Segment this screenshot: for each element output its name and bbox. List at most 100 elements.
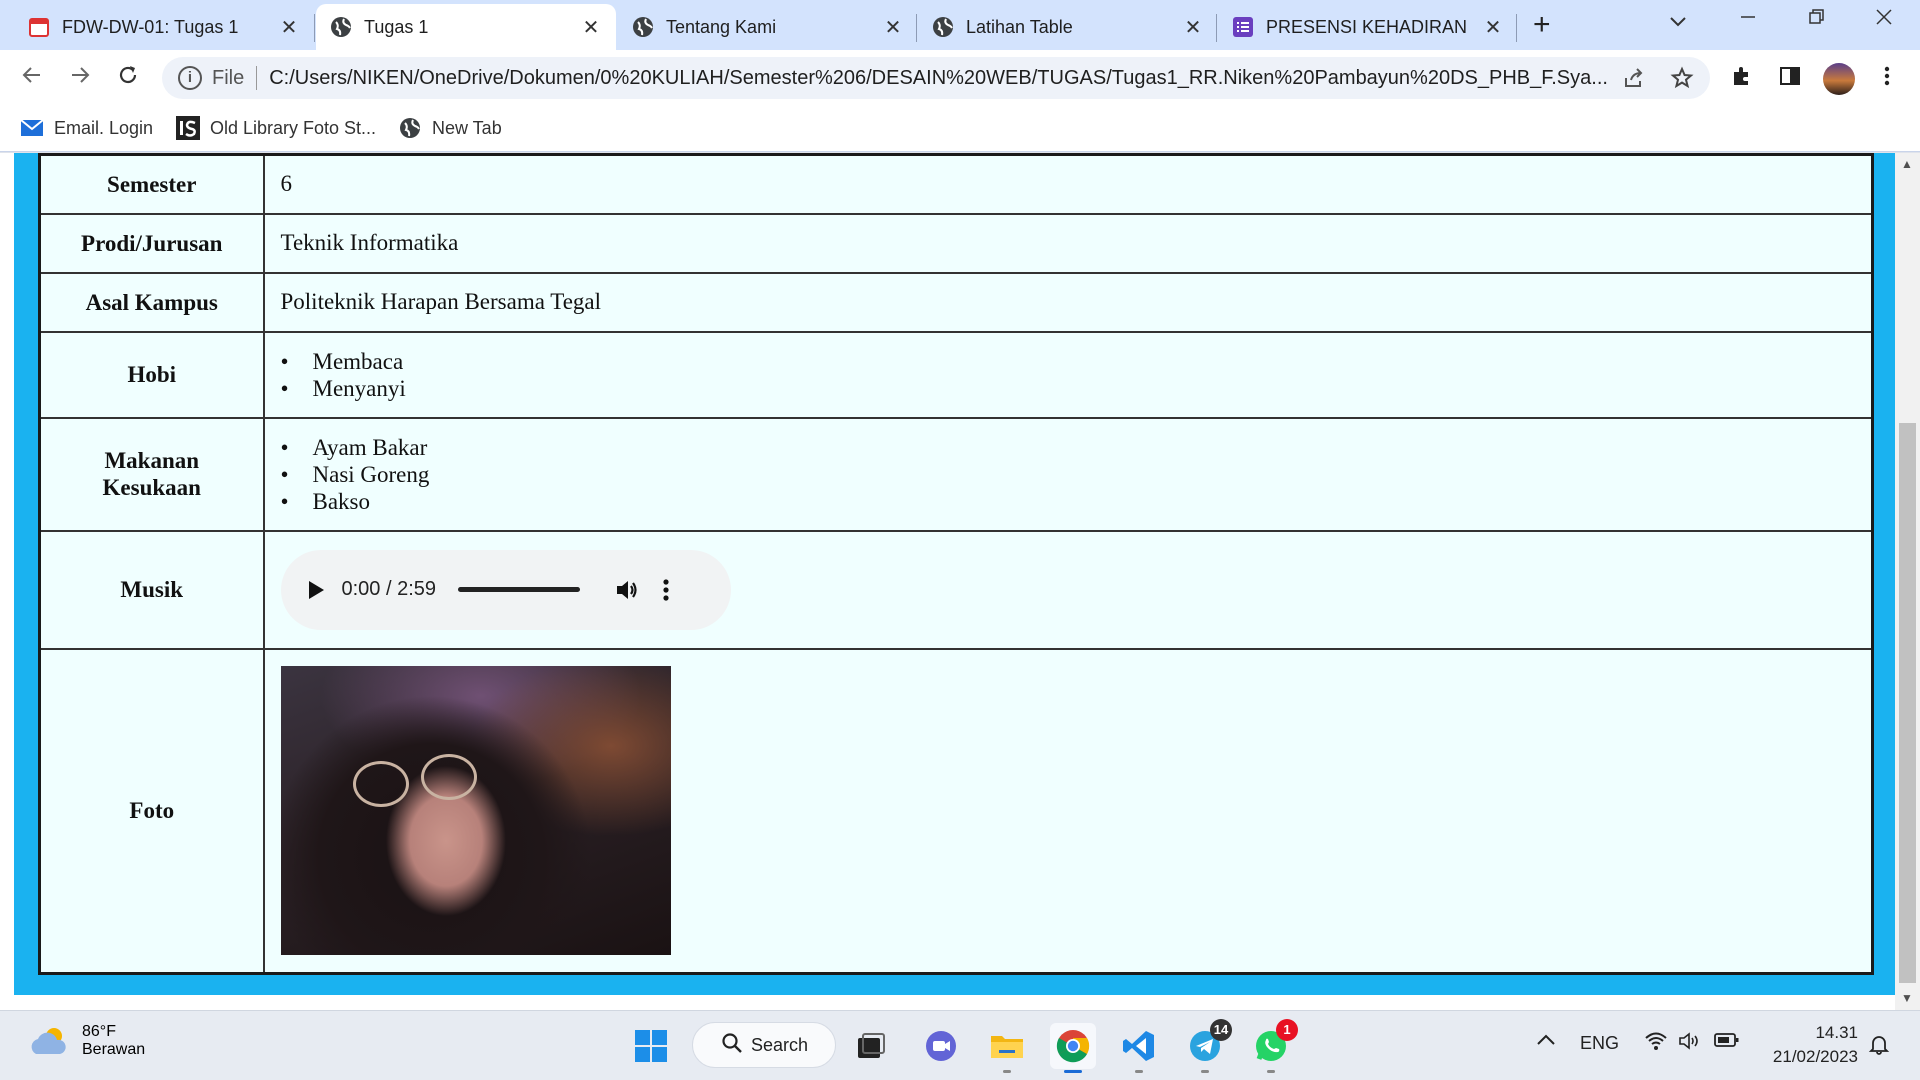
close-icon[interactable]: ✕: [882, 15, 904, 40]
whatsapp-icon[interactable]: 1: [1248, 1019, 1298, 1073]
notification-badge: 1: [1276, 1019, 1298, 1041]
battery-icon[interactable]: [1714, 1031, 1740, 1054]
chevron-up-icon[interactable]: [1536, 1031, 1556, 1052]
ls-logo-icon: [176, 116, 200, 140]
scroll-up-icon[interactable]: ▲: [1901, 157, 1913, 171]
food-list: Ayam Bakar Nasi Goreng Bakso: [281, 434, 1872, 515]
table-row: Asal Kampus Politeknik Harapan Bersama T…: [38, 271, 1874, 333]
close-icon[interactable]: ✕: [278, 15, 300, 40]
folder-icon[interactable]: [984, 1023, 1030, 1073]
search-label: Search: [751, 1034, 809, 1055]
volume-icon[interactable]: [614, 577, 640, 603]
list-item: Ayam Bakar: [281, 434, 1872, 461]
window-close-icon[interactable]: [1864, 6, 1904, 32]
weather-condition: Berawan: [82, 1041, 146, 1058]
browser-toolbar: i File C:/Users/NIKEN/OneDrive/Dokumen/0…: [0, 50, 1920, 106]
minimize-icon[interactable]: [1728, 6, 1768, 32]
table-row: Hobi Membaca Menyanyi: [38, 330, 1874, 419]
more-menu-icon[interactable]: [1872, 64, 1902, 95]
tab-label: PRESENSI KEHADIRAN: [1266, 16, 1468, 37]
list-item: Nasi Goreng: [281, 461, 1872, 488]
running-indicator: [1064, 1070, 1082, 1073]
wifi-icon[interactable]: [1644, 1031, 1668, 1056]
taskbar-search[interactable]: Search: [692, 1022, 836, 1068]
bookmark-email-login[interactable]: Email. Login: [20, 116, 153, 140]
windows-icon[interactable]: [628, 1023, 674, 1069]
close-icon[interactable]: ✕: [580, 15, 602, 40]
weather-widget[interactable]: 86°F Berawan: [28, 1023, 145, 1059]
tab-divider: [1516, 14, 1517, 42]
notification-badge: 14: [1210, 1019, 1232, 1041]
tab-label: FDW-DW-01: Tugas 1: [62, 16, 239, 37]
tab-label: Tugas 1: [364, 16, 429, 37]
task-view-icon[interactable]: [848, 1023, 894, 1069]
scheme-label: File: [212, 66, 245, 89]
tab-label: Tentang Kami: [666, 16, 777, 37]
restore-icon[interactable]: [1796, 6, 1836, 32]
row-value: Politeknik Harapan Bersama Tegal: [262, 271, 1874, 333]
address-divider: [256, 66, 258, 90]
speaker-icon[interactable]: [1678, 1031, 1702, 1056]
info-icon[interactable]: i: [178, 66, 202, 90]
running-indicator: [1003, 1070, 1011, 1073]
table-row: Makanan Kesukaan Ayam Bakar Nasi Goreng …: [38, 416, 1874, 532]
language-indicator[interactable]: ENG: [1580, 1033, 1619, 1054]
tab-fdw-tugas[interactable]: FDW-DW-01: Tugas 1 ✕: [14, 4, 314, 50]
row-header: Foto: [38, 647, 265, 975]
clock-time: 14.31: [1815, 1023, 1858, 1042]
row-value: Membaca Menyanyi: [262, 330, 1874, 419]
vscode-icon[interactable]: [1116, 1023, 1162, 1073]
camera-chat-icon[interactable]: [918, 1023, 964, 1069]
row-value: [262, 647, 1874, 975]
tab-tugas-1[interactable]: Tugas 1 ✕: [316, 4, 616, 50]
notification-bell-icon[interactable]: [1868, 1033, 1890, 1060]
close-icon[interactable]: ✕: [1182, 15, 1204, 40]
row-value: 0:00 / 2:59: [262, 529, 1874, 650]
running-indicator: [1201, 1070, 1209, 1073]
row-value: Ayam Bakar Nasi Goreng Bakso: [262, 416, 1874, 532]
telegram-icon[interactable]: 14: [1182, 1019, 1232, 1073]
back-icon[interactable]: [14, 60, 50, 96]
tab-search-chevron-icon[interactable]: [1658, 8, 1698, 34]
url-text[interactable]: C:/Users/NIKEN/OneDrive/Dokumen/0%20KULI…: [269, 67, 1609, 90]
photo-detail: [352, 761, 409, 808]
globe-icon: [632, 16, 654, 38]
forward-icon[interactable]: [62, 60, 98, 96]
side-panel-icon[interactable]: [1775, 64, 1805, 95]
star-icon[interactable]: [1670, 66, 1694, 96]
taskbar-clock[interactable]: 14.31 21/02/2023: [1762, 1021, 1858, 1069]
bookmark-old-library[interactable]: Old Library Foto St...: [176, 116, 376, 140]
calendar-icon: [28, 16, 50, 38]
new-tab-button[interactable]: +: [1533, 10, 1551, 40]
row-header: Makanan Kesukaan: [38, 416, 265, 532]
more-options-icon[interactable]: [662, 578, 670, 602]
audio-time: 0:00 / 2:59: [341, 578, 437, 600]
extensions-icon[interactable]: [1727, 64, 1757, 95]
chrome-icon[interactable]: [1050, 1023, 1096, 1073]
tab-presensi-kehadiran[interactable]: PRESENSI KEHADIRAN ✕: [1218, 4, 1518, 50]
bookmarks-bar: Email. Login Old Library Foto St... New …: [0, 106, 1920, 152]
tab-tentang-kami[interactable]: Tentang Kami ✕: [618, 4, 918, 50]
reload-icon[interactable]: [110, 60, 146, 96]
globe-icon: [330, 16, 352, 38]
audio-progress-slider[interactable]: [458, 587, 581, 592]
vertical-scrollbar[interactable]: ▲ ▼: [1895, 153, 1920, 1010]
mail-icon: [20, 116, 44, 140]
tab-latihan-table[interactable]: Latihan Table ✕: [918, 4, 1218, 50]
row-header: Musik: [38, 529, 265, 650]
play-icon[interactable]: [308, 580, 324, 599]
cloud-icon: [28, 1024, 70, 1058]
bookmark-new-tab[interactable]: New Tab: [398, 116, 502, 140]
profile-avatar[interactable]: [1823, 63, 1855, 95]
scrollbar-thumb[interactable]: [1899, 423, 1916, 983]
address-bar[interactable]: i File C:/Users/NIKEN/OneDrive/Dokumen/0…: [162, 57, 1710, 99]
search-icon: [721, 1032, 743, 1059]
close-icon[interactable]: ✕: [1482, 15, 1504, 40]
audio-player: 0:00 / 2:59: [280, 549, 731, 630]
scroll-down-icon[interactable]: ▼: [1901, 991, 1913, 1005]
page-viewport: Semester 6 Prodi/Jurusan Teknik Informat…: [0, 153, 1920, 1010]
tab-divider: [916, 14, 917, 42]
share-icon[interactable]: [1622, 66, 1646, 96]
bookmark-label: New Tab: [432, 117, 502, 138]
list-item: Bakso: [281, 488, 1872, 515]
